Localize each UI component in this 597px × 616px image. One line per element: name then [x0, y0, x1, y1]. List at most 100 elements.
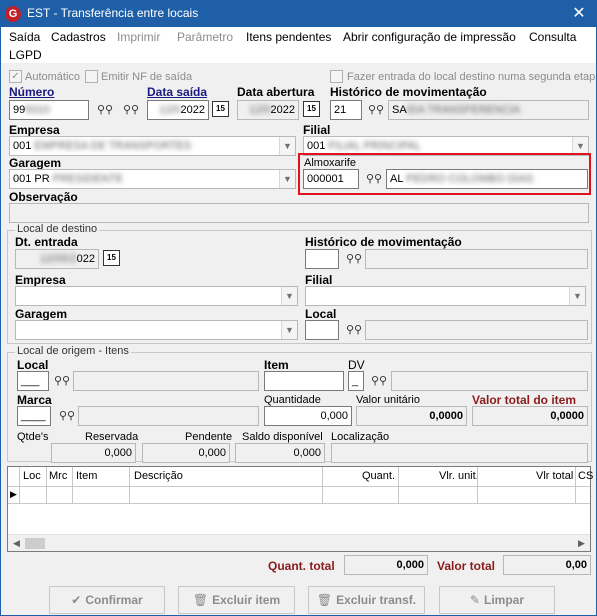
binoculars-icon[interactable]: ⚲⚲ [344, 249, 364, 269]
limpar-button[interactable]: ✎ Limpar [439, 586, 555, 614]
numero-label: Número [9, 85, 55, 99]
calendar-icon[interactable]: 15 [212, 101, 229, 117]
window-title: EST - Transferência entre locais [27, 6, 199, 20]
empresa-label: Empresa [9, 123, 60, 137]
transfer-window: G EST - Transferência entre locais ✕ Saí… [0, 0, 597, 616]
fazer-entrada-checkbox[interactable] [330, 70, 343, 83]
pendente-field: 0,000 [142, 443, 230, 463]
historico-code-field[interactable]: 21 [330, 100, 362, 120]
binoculars-icon[interactable]: ⚲⚲ [366, 100, 386, 120]
destino-filial-select[interactable]: ▼ [305, 286, 586, 306]
dt-entrada-label: Dt. entrada [15, 235, 78, 249]
valor-total-field: 0,00 [503, 555, 591, 575]
observacao-label: Observação [9, 190, 78, 204]
destino-garagem-label: Garagem [15, 307, 68, 321]
col-vlr-total[interactable]: Vlr total [536, 470, 573, 482]
destino-historico-desc-field [365, 249, 588, 269]
quantidade-field[interactable]: 0,000 [264, 406, 352, 426]
close-icon[interactable]: ✕ [568, 3, 590, 25]
calendar-icon[interactable]: 15 [103, 250, 120, 266]
destino-local-code-field[interactable] [305, 320, 339, 340]
menu-bar: Saída Cadastros Imprimir Parâmetro Itens… [1, 27, 596, 63]
data-abertura-label: Data abertura [237, 85, 315, 99]
empresa-select[interactable]: 001 EMPRESA DE TRANSPORTES ▼ [9, 136, 296, 156]
dv-label: DV [348, 358, 365, 372]
localizacao-field [331, 443, 588, 463]
destino-garagem-select[interactable]: ▼ [15, 320, 298, 340]
menu-cadastros[interactable]: Cadastros [51, 29, 106, 45]
excluir-transf-button[interactable]: 🗑 Excluir transf. [308, 586, 425, 614]
destino-historico-code-field[interactable] [305, 249, 339, 269]
quant-total-label: Quant. total [268, 559, 335, 573]
observacao-field[interactable] [9, 203, 589, 223]
automatico-checkbox[interactable]: ✓ [9, 70, 22, 83]
item-label: Item [264, 358, 289, 372]
historico-label: Histórico de movimentação [330, 85, 487, 99]
scroll-left-icon[interactable]: ◀ [8, 535, 25, 552]
valor-total-item-label: Valor total do item [472, 393, 577, 407]
menu-saida[interactable]: Saída [9, 29, 40, 45]
valor-total-label: Valor total [437, 559, 496, 573]
items-grid[interactable]: Loc Mrc Item Descrição Quant. Vlr. unit.… [7, 466, 593, 552]
reservada-label: Reservada [85, 431, 139, 443]
menu-consulta[interactable]: Consulta [529, 29, 576, 45]
table-row[interactable]: ▶ [8, 487, 590, 504]
garagem-select[interactable]: 001 PR PRESIDENTE ▼ [9, 169, 296, 189]
grid-header: Loc Mrc Item Descrição Quant. Vlr. unit.… [8, 467, 593, 487]
marca-desc-field [78, 406, 259, 426]
data-saida-field[interactable]: 12/02022 [147, 100, 209, 120]
binoculars-icon[interactable]: ⚲⚲ [95, 100, 115, 120]
almoxarife-highlight [298, 153, 591, 195]
col-loc[interactable]: Loc [23, 470, 41, 482]
calendar-icon[interactable]: 15 [303, 101, 320, 117]
dt-entrada-field: 12/05/2022 [15, 249, 99, 269]
col-mrc[interactable]: Mrc [49, 470, 67, 482]
historico-desc-field: SAIDA TRANSFERENCIA [388, 100, 589, 120]
menu-abrir-configuracao[interactable]: Abrir configuração de impressão [343, 29, 516, 45]
reservada-field: 0,000 [51, 443, 136, 463]
destino-local-desc-field [365, 320, 588, 340]
check-icon: ✔ [71, 593, 82, 607]
numero-field[interactable]: 995010 [9, 100, 89, 120]
grid-horizontal-scrollbar[interactable]: ◀ ▶ [8, 534, 590, 551]
item-field[interactable] [264, 371, 344, 391]
data-abertura-field: 12/02022 [237, 100, 299, 120]
binoculars-icon[interactable]: ⚲⚲ [121, 100, 141, 120]
destino-empresa-select[interactable]: ▼ [15, 286, 298, 306]
origem-group-title: Local de origem - Itens [15, 345, 131, 357]
col-cs[interactable]: CS [578, 470, 593, 482]
col-vlr-unit[interactable]: Vlr. unit. [439, 470, 479, 482]
menu-itens-pendentes[interactable]: Itens pendentes [246, 29, 331, 45]
menu-imprimir[interactable]: Imprimir [117, 29, 160, 45]
valor-unitario-field: 0,0000 [356, 406, 467, 426]
menu-parametro[interactable]: Parâmetro [177, 29, 233, 45]
automatico-label: Automático [25, 71, 81, 83]
confirmar-button[interactable]: ✔ Confirmar [49, 586, 165, 614]
destino-empresa-label: Empresa [15, 273, 66, 287]
dv-field[interactable]: _ [348, 371, 364, 391]
col-item[interactable]: Item [76, 470, 97, 482]
col-descricao[interactable]: Descrição [134, 470, 183, 482]
item-desc-field [391, 371, 588, 391]
destino-local-label: Local [305, 307, 337, 321]
col-quant[interactable]: Quant. [362, 470, 395, 482]
filial-label: Filial [303, 123, 331, 137]
binoculars-icon[interactable]: ⚲⚲ [344, 320, 364, 340]
menu-lgpd[interactable]: LGPD [9, 47, 42, 63]
origem-local-field[interactable]: ___ [17, 371, 49, 391]
scroll-right-icon[interactable]: ▶ [573, 535, 590, 552]
emitir-nf-checkbox[interactable] [85, 70, 98, 83]
marca-field[interactable]: ____ [17, 406, 51, 426]
eraser-icon: ✎ [469, 593, 481, 607]
excluir-item-button[interactable]: 🗑 Excluir item [178, 586, 295, 614]
app-logo-icon: G [5, 6, 21, 22]
binoculars-icon[interactable]: ⚲⚲ [57, 406, 77, 426]
scroll-thumb[interactable] [25, 538, 45, 549]
valor-total-item-field: 0,0000 [472, 406, 588, 426]
garagem-label: Garagem [9, 156, 62, 170]
binoculars-icon[interactable]: ⚲⚲ [52, 371, 72, 391]
destino-filial-label: Filial [305, 273, 333, 287]
binoculars-icon[interactable]: ⚲⚲ [369, 371, 389, 391]
trash-icon: 🗑 [316, 593, 333, 607]
saldo-field: 0,000 [235, 443, 325, 463]
